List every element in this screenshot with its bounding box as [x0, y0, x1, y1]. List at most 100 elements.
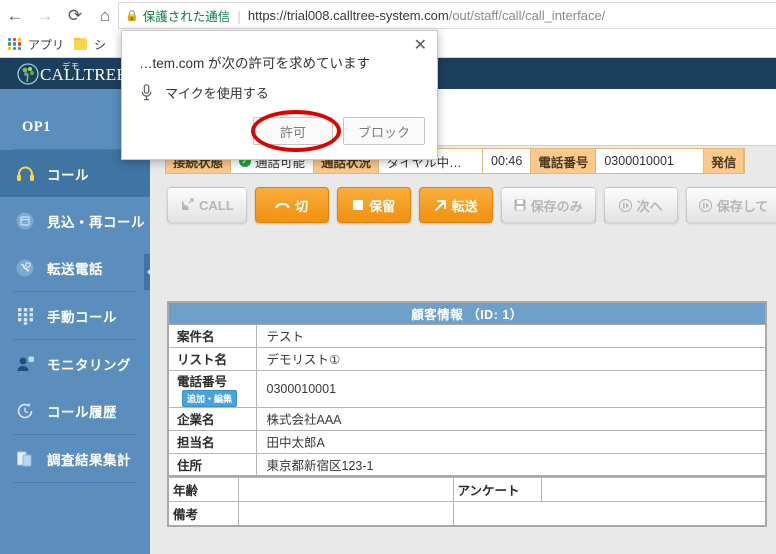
row-value: テスト	[255, 323, 767, 348]
save-and-next-button[interactable]: 保存して	[685, 187, 776, 223]
sidebar-item-prospect-recall[interactable]: 見込・再コール	[0, 197, 150, 244]
permission-item-row: マイクを使用する	[139, 83, 269, 102]
row-label-phone-text: 電話番号	[177, 374, 228, 389]
customer-info-table: 顧客情報 （ID: 1） 案件名 テスト リスト名 デモリスト① 電話番号追加・…	[167, 301, 767, 477]
table-row: 企業名 株式会社AAA	[167, 406, 767, 431]
permission-item-label: マイクを使用する	[165, 86, 269, 101]
table-row: リスト名 デモリスト①	[167, 346, 767, 371]
phone-clock-icon	[12, 256, 38, 280]
sidebar-item-label: 調査結果集計	[47, 452, 131, 468]
row-value-phone: 0300010001	[255, 369, 767, 408]
sidebar-item-monitoring[interactable]: モニタリング	[0, 340, 150, 387]
history-arrow-icon	[12, 399, 38, 423]
secure-label: 保護された通信	[142, 10, 231, 24]
home-icon[interactable]: ⌂	[90, 1, 120, 31]
sidebar-item-label: 手動コール	[47, 309, 117, 325]
dialpad-icon	[12, 304, 38, 328]
row-label: 住所	[167, 452, 257, 477]
app-logo[interactable]: CALLTREE デモ	[0, 61, 127, 85]
phone-outgoing-icon	[180, 198, 194, 212]
table-row: 案件名 テスト	[167, 323, 767, 348]
status-label-phone: 電話番号	[531, 149, 597, 173]
url-path: /out/staff/call/call_interface/	[448, 8, 606, 23]
hangup-button[interactable]: 切	[254, 187, 329, 223]
user-monitor-icon	[12, 352, 38, 376]
bookmark-folder-label[interactable]: シ	[94, 36, 106, 53]
hangup-button-label: 切	[295, 198, 309, 214]
reload-icon[interactable]: ⟳	[60, 1, 90, 31]
save-next-icon	[698, 198, 712, 212]
row-value-age[interactable]	[237, 477, 454, 502]
permission-dialog: ✕ …tem.com が次の許可を求めています マイクを使用する 許可 ブロック	[121, 30, 438, 160]
forward-icon[interactable]: →	[30, 1, 60, 31]
row-value: 田中太郎A	[255, 429, 767, 454]
next-button[interactable]: 次へ	[603, 187, 678, 223]
transfer-button-label: 転送	[451, 198, 478, 214]
app-logo-text: CALLTREE	[40, 64, 127, 84]
back-icon[interactable]: ←	[0, 1, 30, 31]
table-row: 年齢 アンケート	[167, 477, 767, 502]
apps-grid-icon[interactable]	[8, 37, 21, 51]
hangup-icon	[275, 199, 290, 211]
screen-root: ← → ⟳ ⌂ 🔒 保護された通信 | https://trial008.cal…	[0, 0, 776, 554]
bookmark-apps-label[interactable]: アプリ	[28, 36, 64, 53]
call-button-label: CALL	[199, 197, 234, 213]
address-bar[interactable]: 🔒 保護された通信 | https://trial008.calltree-sy…	[118, 2, 776, 29]
save-only-button-label: 保存のみ	[530, 198, 583, 214]
calendar-icon	[12, 209, 38, 233]
sidebar-item-call-history[interactable]: コール履歴	[0, 387, 150, 434]
close-icon[interactable]: ✕	[414, 38, 427, 54]
row-label: リスト名	[167, 346, 257, 371]
customer-extra-table: 年齢 アンケート 備考	[167, 477, 767, 527]
table-row: 担当名 田中太郎A	[167, 429, 767, 454]
pause-square-icon	[352, 199, 364, 211]
row-label-age: 年齢	[167, 477, 239, 502]
calltree-tree-logo-icon	[17, 62, 39, 85]
headset-icon	[12, 162, 38, 186]
row-label-survey: アンケート	[452, 477, 542, 502]
row-value-remarks-right[interactable]	[452, 501, 767, 526]
sidebar-item-label: 転送電話	[47, 261, 103, 277]
demo-tag: デモ	[62, 61, 80, 71]
url-origin: https://trial008.calltree-system.com	[247, 8, 449, 23]
row-label-phone: 電話番号追加・編集	[167, 369, 257, 408]
sidebar-item-manual-call[interactable]: 手動コール	[0, 292, 150, 339]
table-row: 住所 東京都新宿区123-1	[167, 452, 767, 477]
customer-info-panel: 顧客情報 （ID: 1） 案件名 テスト リスト名 デモリスト① 電話番号追加・…	[167, 301, 767, 527]
row-value: 東京都新宿区123-1	[255, 452, 767, 477]
phone-edit-button[interactable]: 追加・編集	[182, 389, 238, 407]
save-only-button[interactable]: 保存のみ	[500, 187, 596, 223]
sidebar-divider	[14, 482, 136, 483]
row-label-remarks: 備考	[167, 501, 239, 526]
sidebar-item-transfer-phone[interactable]: 転送電話	[0, 244, 150, 291]
sidebar-item-label: コール履歴	[47, 404, 117, 420]
hold-button-label: 保留	[369, 198, 396, 214]
call-toolbar: CALL 切 保留 転送 保存のみ 次へ 保存して	[167, 187, 776, 223]
row-value-survey[interactable]	[540, 477, 767, 502]
save-and-next-button-label: 保存して	[716, 198, 769, 214]
sidebar-item-survey-results[interactable]: 調査結果集計	[0, 435, 150, 482]
status-value-phone: 0300010001	[596, 149, 705, 173]
folder-icon[interactable]	[74, 38, 88, 50]
row-label: 企業名	[167, 406, 257, 431]
allow-button[interactable]: 許可	[252, 117, 333, 145]
block-button[interactable]: ブロック	[342, 117, 425, 145]
save-icon	[514, 199, 526, 211]
hold-button[interactable]: 保留	[336, 187, 411, 223]
call-button[interactable]: CALL	[167, 187, 247, 223]
sidebar-item-label: モニタリング	[47, 357, 131, 373]
row-label: 案件名	[167, 323, 257, 348]
permission-dialog-actions: 許可 ブロック	[252, 117, 425, 145]
transfer-button[interactable]: 転送	[418, 187, 493, 223]
microphone-icon	[139, 84, 153, 102]
sidebar-item-label: コール	[47, 167, 89, 183]
status-label-caller: 発信	[704, 149, 745, 173]
row-value-remarks[interactable]	[237, 501, 454, 526]
row-value: デモリスト①	[255, 346, 767, 371]
table-header-row: 顧客情報 （ID: 1）	[167, 301, 767, 325]
table-row: 電話番号追加・編集 0300010001	[167, 369, 767, 408]
arrow-transfer-icon	[434, 199, 447, 212]
clipboard-icon	[12, 447, 38, 471]
row-label: 担当名	[167, 429, 257, 454]
panel-title: 顧客情報 （ID: 1）	[167, 301, 767, 325]
